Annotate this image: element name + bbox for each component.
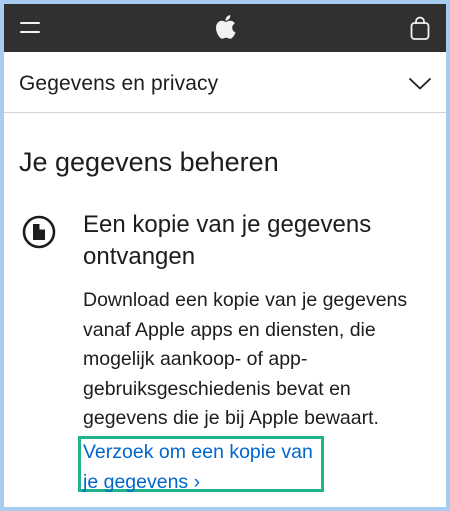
chevron-down-icon[interactable] [409, 78, 431, 90]
privacy-subnav[interactable]: Gegevens en privacy [4, 52, 446, 113]
shopping-bag-icon[interactable] [409, 15, 431, 41]
subnav-title: Gegevens en privacy [19, 72, 219, 95]
request-copy-link[interactable]: Verzoek om een kopie van je gegevens › [83, 438, 333, 497]
apple-logo-icon[interactable] [214, 14, 236, 40]
document-icon [22, 215, 56, 249]
hamburger-menu-icon[interactable] [20, 22, 40, 34]
card-heading: Een kopie van je gegevens ontvangen [83, 211, 372, 270]
page-frame: Gegevens en privacy Je gegevens beheren … [4, 4, 446, 507]
section-title: Je gegevens beheren [19, 147, 279, 177]
card-description: Download een kopie van je gegevens vanaf… [83, 289, 408, 429]
global-nav [4, 4, 446, 52]
